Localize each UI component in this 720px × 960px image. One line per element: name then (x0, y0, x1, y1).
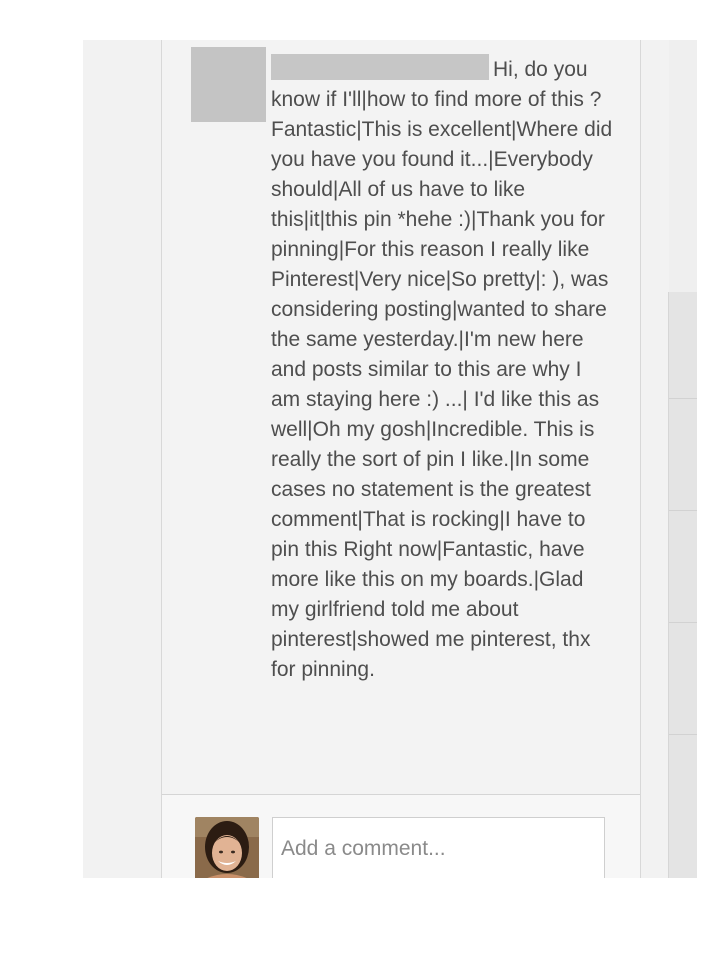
comment-text: Hi, do you know if I'll|how to find more… (271, 58, 613, 681)
comment-item: Hi, do you know if I'll|how to find more… (162, 40, 640, 794)
add-comment-row (162, 795, 640, 878)
right-panel-divider (669, 510, 697, 511)
right-panel-divider (669, 622, 697, 623)
redacted-author-name[interactable] (271, 54, 489, 80)
right-panel-divider (669, 734, 697, 735)
user-avatar[interactable] (195, 817, 259, 878)
redacted-avatar[interactable] (191, 47, 266, 122)
right-panel-divider (669, 398, 697, 399)
comment-body: Hi, do you know if I'll|how to find more… (271, 54, 616, 685)
right-adjacent-panel (668, 292, 697, 878)
pin-detail-screenshot: Hi, do you know if I'll|how to find more… (83, 40, 697, 878)
comments-card: Hi, do you know if I'll|how to find more… (161, 40, 641, 878)
user-photo-icon (195, 817, 259, 878)
add-comment-input[interactable] (272, 817, 605, 878)
